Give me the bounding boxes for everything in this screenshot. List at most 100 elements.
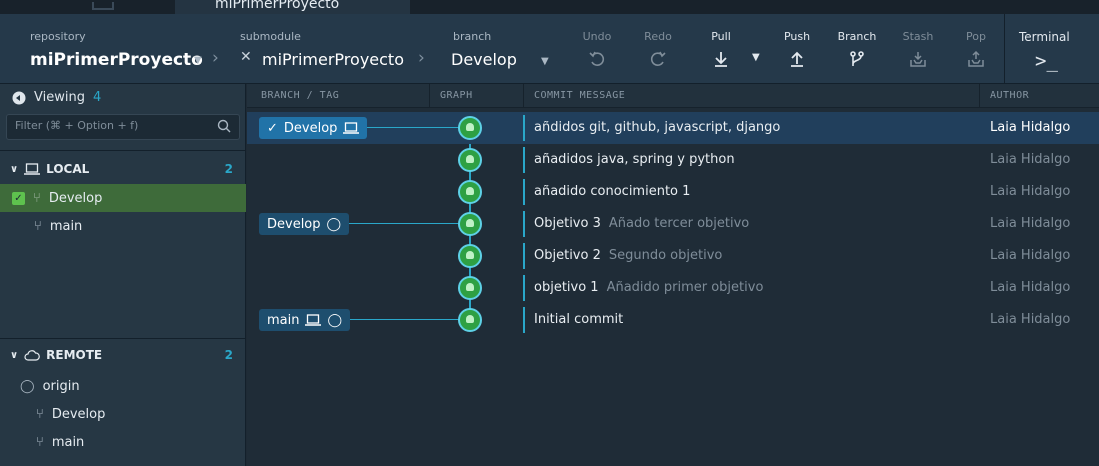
commit-graph: BRANCH / TAG GRAPH COMMIT MESSAGE AUTHOR… [247, 84, 1099, 466]
branch-ref-main[interactable]: main ◯ [259, 309, 351, 331]
commit-node[interactable] [458, 276, 482, 300]
chevron-right-icon: › [212, 48, 219, 68]
commit-row[interactable]: Develop ◯ Objetivo 3 Añado tercer objetiv… [247, 208, 1099, 240]
column-branch-tag[interactable]: BRANCH / TAG [261, 84, 339, 108]
branch-selector[interactable]: Develop [451, 50, 517, 69]
commit-message: añdidos git, github, javascript, django [534, 120, 781, 135]
github-icon: ◯ [327, 312, 343, 328]
tab-strip: miPrimerProyecto [0, 0, 1099, 14]
chevron-down-icon: ∨ [10, 349, 19, 361]
viewing-label: Viewing [34, 90, 85, 105]
commit-node[interactable] [458, 212, 482, 236]
branch-ref-develop-current[interactable]: ✓ Develop [259, 117, 368, 139]
column-author[interactable]: AUTHOR [990, 84, 1029, 108]
sidebar-item-remote-main[interactable]: ⑂ main [0, 428, 246, 456]
commit-message: añadido conocimiento 1 [534, 184, 691, 199]
toolbar: repository miPrimerProyecto ▼ › submodul… [0, 14, 1099, 84]
branch-button[interactable]: Branch [832, 30, 882, 68]
message-marker [523, 147, 525, 173]
commit-author: Laia Hidalgo [990, 248, 1071, 263]
sidebar-item-label: main [51, 434, 85, 450]
viewing-count: 4 [92, 90, 102, 105]
commit-author: Laia Hidalgo [990, 280, 1071, 295]
sidebar-item-label: main [49, 218, 83, 234]
pull-icon [715, 52, 727, 67]
commit-node[interactable] [458, 180, 482, 204]
commit-message: Objetivo 2 Segundo objetivo [534, 248, 723, 263]
commit-author: Laia Hidalgo [990, 216, 1071, 231]
column-resize-handle[interactable] [429, 84, 430, 108]
commit-author: Laia Hidalgo [990, 184, 1071, 199]
commit-message: Initial commit [534, 312, 624, 327]
github-icon: ◯ [20, 378, 35, 394]
sidebar: Viewing 4 ∨ LOCAL 2 ✓ ⑂ Develop ⑂ main ∨… [0, 84, 246, 466]
message-marker [523, 211, 525, 237]
branch-icon: ⑂ [36, 406, 44, 422]
commit-row[interactable]: Objetivo 2 Segundo objetivo Laia Hidalgo [247, 240, 1099, 272]
search-icon [217, 119, 231, 133]
pop-button[interactable]: Pop [951, 30, 1001, 68]
column-graph[interactable]: GRAPH [440, 84, 473, 108]
ref-connector [347, 223, 459, 224]
commit-row[interactable]: ✓ Develop añdidos git, github, javascrip… [247, 112, 1099, 144]
filter-input[interactable] [15, 119, 205, 132]
laptop-icon [343, 122, 360, 134]
commit-node[interactable] [458, 148, 482, 172]
commit-author: Laia Hidalgo [990, 120, 1071, 135]
checkbox-checked-icon[interactable]: ✓ [12, 191, 25, 205]
local-count: 2 [224, 162, 233, 176]
redo-button[interactable]: Redo [633, 30, 683, 68]
branch-ref-develop-remote[interactable]: Develop ◯ [259, 213, 350, 235]
remote-section-header[interactable]: ∨ REMOTE [10, 348, 102, 362]
window-icon [92, 2, 114, 10]
submodule-selector[interactable]: miPrimerProyecto [262, 50, 404, 69]
commit-node[interactable] [458, 308, 482, 332]
repository-caret-icon[interactable]: ▼ [194, 55, 202, 66]
column-resize-handle[interactable] [523, 84, 524, 108]
commit-node[interactable] [458, 116, 482, 140]
column-resize-handle[interactable] [979, 84, 980, 108]
commit-message: objetivo 1 Añadido primer objetivo [534, 280, 764, 295]
viewing-toggle[interactable]: Viewing 4 [12, 90, 101, 105]
cloud-icon [24, 350, 40, 361]
tab-current-repo[interactable]: miPrimerProyecto [175, 0, 410, 14]
chevron-down-icon: ∨ [10, 163, 19, 175]
branch-caret-icon[interactable]: ▼ [541, 56, 549, 67]
repository-selector[interactable]: miPrimerProyecto [30, 50, 203, 70]
stash-icon [910, 52, 926, 67]
commit-row[interactable]: main ◯ Initial commit Laia Hidalgo [247, 304, 1099, 336]
terminal-button[interactable]: Terminal >_ [1004, 14, 1099, 84]
filter-field[interactable] [6, 114, 240, 140]
sidebar-item-origin[interactable]: ◯ origin [0, 372, 246, 400]
message-marker [523, 307, 525, 333]
local-section-header[interactable]: ∨ LOCAL [10, 162, 89, 176]
message-marker [523, 243, 525, 269]
commit-author: Laia Hidalgo [990, 152, 1071, 167]
branch-icon: ⑂ [34, 218, 42, 234]
push-button[interactable]: Push [772, 30, 822, 68]
stash-button[interactable]: Stash [893, 30, 943, 68]
push-icon [791, 51, 803, 67]
column-commit-message[interactable]: COMMIT MESSAGE [534, 84, 625, 108]
close-submodule-icon[interactable]: ✕ [240, 49, 252, 65]
branch-icon [850, 51, 864, 66]
commit-row[interactable]: añadidos java, spring y python Laia Hida… [247, 144, 1099, 176]
message-marker [523, 115, 525, 141]
branch-icon: ⑂ [33, 190, 41, 206]
commit-node[interactable] [458, 244, 482, 268]
pull-button[interactable]: Pull [696, 30, 746, 68]
local-label: LOCAL [46, 162, 90, 176]
sidebar-item-main[interactable]: ⑂ main [0, 212, 246, 240]
terminal-label: Terminal [1019, 30, 1070, 44]
commit-row[interactable]: añadido conocimiento 1 Laia Hidalgo [247, 176, 1099, 208]
pull-options-caret-icon[interactable]: ▼ [752, 52, 760, 63]
commit-author: Laia Hidalgo [990, 312, 1071, 327]
divider [0, 150, 246, 151]
undo-button[interactable]: Undo [572, 30, 622, 68]
commit-message: añadidos java, spring y python [534, 152, 735, 167]
commit-row[interactable]: objetivo 1 Añadido primer objetivo Laia H… [247, 272, 1099, 304]
sidebar-item-label: Develop [48, 190, 103, 206]
sidebar-item-remote-develop[interactable]: ⑂ Develop [0, 400, 246, 428]
sidebar-item-develop[interactable]: ✓ ⑂ Develop [0, 184, 246, 212]
github-icon: ◯ [326, 216, 342, 232]
